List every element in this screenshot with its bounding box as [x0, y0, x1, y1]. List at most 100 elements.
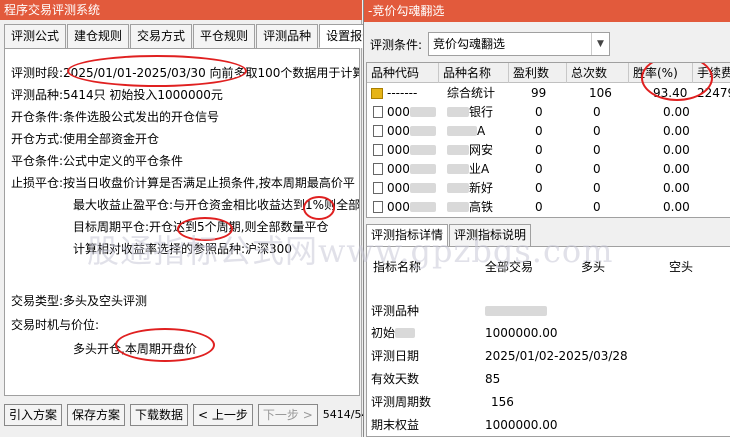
row-total: 0: [593, 143, 601, 157]
bottom-button-bar: 引入方案 保存方案 下载数据 < 上一步 下一步 > 5414/54: [4, 404, 369, 426]
row-winrate: 0.00: [663, 105, 690, 119]
row-winrate: 0.00: [663, 181, 690, 195]
row-winrate: 0.00: [663, 143, 690, 157]
file-icon: [373, 198, 383, 217]
detail-value-periods: 156: [491, 395, 514, 409]
col-header-name[interactable]: 品种名称: [439, 63, 509, 83]
detail-header-long: 多头: [581, 260, 606, 274]
detail-label-initial: 初始: [371, 325, 416, 341]
row-name: A: [447, 122, 485, 141]
tab-trade-mode[interactable]: 交易方式: [130, 24, 193, 48]
row-code: 000: [387, 160, 436, 179]
file-icon: [373, 103, 383, 122]
condition-select-value: 竞价勾魂翻选: [433, 37, 506, 51]
row-profit: 0: [535, 124, 543, 138]
table-row[interactable]: 000 A 0 0 0.00: [367, 122, 730, 141]
detail-header-all: 全部交易: [485, 260, 534, 274]
report-line-target-period: 目标周期平仓:开仓达到5个周期,则全部数量平仓: [73, 220, 329, 234]
row-total: 0: [593, 124, 601, 138]
import-scheme-button[interactable]: 引入方案: [4, 404, 63, 426]
save-scheme-button[interactable]: 保存方案: [67, 404, 126, 426]
detail-label-valid-days: 有效天数: [371, 372, 420, 386]
detail-value-initial: 1000000.00: [485, 326, 558, 340]
report-line-trade-type: 交易类型:多头及空头评测: [11, 294, 148, 308]
report-line-timing: 交易时机与价位:: [11, 318, 100, 332]
detail-label-final-equity: 期末权益: [371, 418, 420, 432]
summary-profit: 99: [531, 86, 547, 100]
detail-value-date: 2025/01/02-2025/03/28: [485, 349, 628, 363]
row-total: 0: [593, 181, 601, 195]
col-header-code[interactable]: 品种代码: [367, 63, 439, 83]
report-line-open-cond: 开仓条件:条件选股公式发出的开仓信号: [11, 110, 220, 124]
summary-winrate: 93.40: [653, 86, 688, 100]
tab-test-symbols[interactable]: 评测品种: [256, 24, 319, 48]
results-grid: 品种代码 品种名称 盈利数 总次数 胜率(%) 手续费 ------- 综合统计…: [366, 62, 730, 218]
row-profit: 0: [535, 143, 543, 157]
detail-value-final-equity: 1000000.00: [485, 418, 558, 432]
detail-header-short: 空头: [669, 260, 694, 274]
report-line-benchmark: 计算相对收益率选择的参照品种:沪深300: [73, 242, 292, 256]
condition-select[interactable]: 竞价勾魂翻选 ▼: [428, 32, 610, 56]
table-row[interactable]: 000 高铁 0 0 0.00: [367, 198, 730, 217]
left-window: 程序交易评测系统 评测公式 建仓规则 交易方式 平仓规则 评测品种 设置报告 评…: [0, 0, 382, 437]
right-window: -竞价勾魂翻选 评测条件: 竞价勾魂翻选 ▼ 品种代码 品种名称 盈利数 总次数…: [363, 0, 730, 437]
next-step-button[interactable]: 下一步 >: [257, 404, 318, 426]
left-window-title: 程序交易评测系统: [0, 0, 362, 20]
tab-open-rules[interactable]: 建仓规则: [67, 24, 130, 48]
left-tab-bar: 评测公式 建仓规则 交易方式 平仓规则 评测品种 设置报告: [4, 24, 382, 48]
summary-row[interactable]: ------- 综合统计 99 106 93.40 22479: [367, 84, 730, 103]
table-row[interactable]: 000 新好 0 0 0.00: [367, 179, 730, 198]
summary-code: -------: [387, 86, 418, 100]
row-profit: 0: [535, 162, 543, 176]
report-line-stop-loss: 止损平仓:按当日收盘价计算是否满足止损条件,按本周期最高价平: [11, 176, 355, 190]
file-icon: [373, 122, 383, 141]
progress-count: 5414/54: [322, 408, 369, 421]
summary-fee: 22479: [697, 86, 730, 100]
download-data-button[interactable]: 下载数据: [130, 404, 189, 426]
detail-tab-bar: 评测指标详情 评测指标说明: [366, 224, 532, 246]
prev-step-button[interactable]: < 上一步: [193, 404, 253, 426]
condition-label: 评测条件:: [370, 38, 423, 52]
file-icon: [373, 179, 383, 198]
row-total: 0: [593, 200, 601, 214]
row-code: 000: [387, 122, 436, 141]
row-winrate: 0.00: [663, 200, 690, 214]
table-row[interactable]: 000 网安 0 0 0.00: [367, 141, 730, 160]
row-profit: 0: [535, 200, 543, 214]
tab-formula[interactable]: 评测公式: [4, 24, 67, 48]
table-row[interactable]: 000 业A 0 0 0.00: [367, 160, 730, 179]
tab-close-rules[interactable]: 平仓规则: [193, 24, 256, 48]
grid-header: 品种代码 品种名称 盈利数 总次数 胜率(%) 手续费: [367, 63, 730, 83]
row-profit: 0: [535, 181, 543, 195]
row-code: 000: [387, 198, 436, 217]
report-line-symbols: 评测品种:5414只 初始投入1000000元: [11, 88, 223, 102]
row-code: 000: [387, 141, 436, 160]
detail-value-symbols: [485, 303, 547, 319]
file-icon: [373, 160, 383, 179]
summary-total: 106: [589, 86, 612, 100]
file-icon: [373, 141, 383, 160]
table-row[interactable]: 000 银行 0 0 0.00: [367, 103, 730, 122]
col-header-profit[interactable]: 盈利数: [509, 63, 567, 83]
row-name: 新好: [447, 179, 493, 198]
summary-name: 综合统计: [447, 86, 496, 100]
row-winrate: 0.00: [663, 124, 690, 138]
col-header-total[interactable]: 总次数: [567, 63, 629, 83]
col-header-fee[interactable]: 手续费: [693, 63, 730, 83]
row-name: 银行: [447, 103, 493, 122]
report-line-period: 评测时段:2025/01/01-2025/03/30 向前多取100个数据用于计…: [11, 66, 360, 80]
tab-indicator-help[interactable]: 评测指标说明: [449, 224, 532, 246]
detail-value-valid-days: 85: [485, 372, 501, 386]
detail-panel: 指标名称 全部交易 多头 空头 评测品种 初始 1000000.00 评测日期 …: [366, 246, 730, 437]
chevron-down-icon[interactable]: ▼: [591, 33, 609, 55]
row-name: 业A: [447, 160, 489, 179]
col-header-winrate[interactable]: 胜率(%): [629, 63, 693, 83]
report-panel: 评测时段:2025/01/01-2025/03/30 向前多取100个数据用于计…: [4, 48, 360, 396]
right-window-title: -竞价勾魂翻选: [364, 0, 730, 22]
report-line-take-profit: 最大收益止盈平仓:与开仓资金相比收益达到1%则全部: [73, 198, 360, 212]
tab-indicator-details[interactable]: 评测指标详情: [366, 224, 449, 246]
row-name: 高铁: [447, 198, 493, 217]
report-line-long-open: 多头开仓,本周期开盘价: [73, 342, 197, 356]
row-name: 网安: [447, 141, 493, 160]
folder-icon: [371, 84, 383, 103]
